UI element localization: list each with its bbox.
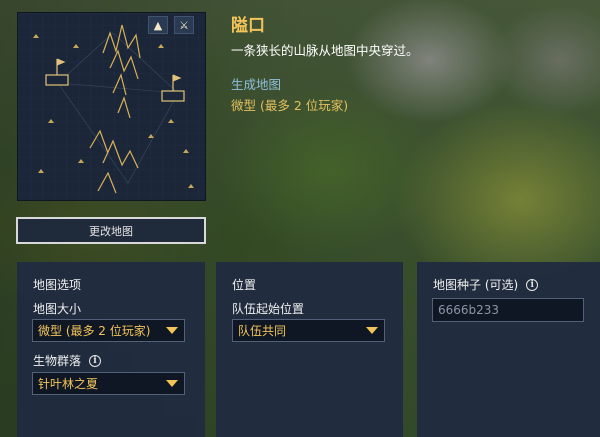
location-title: 位置 [232, 278, 257, 292]
biome-value: 针叶林之夏 [38, 377, 99, 391]
generate-map-link[interactable]: 生成地图 [231, 74, 281, 93]
seed-label-row: 地图种子 (可选) i [433, 276, 539, 293]
chevron-down-icon [166, 380, 178, 387]
biome-select[interactable]: 针叶林之夏 [32, 372, 185, 395]
map-title: 隘口 [231, 16, 265, 36]
info-icon[interactable]: i [89, 354, 102, 367]
team-start-label: 队伍起始位置 [232, 302, 305, 316]
biome-label: 生物群落 [33, 354, 82, 368]
change-map-button[interactable]: 更改地图 [16, 217, 206, 244]
map-size-value: 微型 (最多 2 位玩家) [38, 324, 151, 338]
map-size-select[interactable]: 微型 (最多 2 位玩家) [32, 319, 185, 342]
map-size-summary: 微型 (最多 2 位玩家) [231, 98, 349, 113]
seed-label: 地图种子 (可选) [433, 278, 519, 292]
team-icon[interactable]: ⚔ [174, 16, 194, 34]
team-start-select[interactable]: 队伍共同 [232, 319, 385, 342]
chevron-down-icon [366, 327, 378, 334]
seed-input[interactable] [432, 298, 584, 322]
info-icon[interactable]: i [526, 278, 539, 291]
map-preview-drawing [18, 13, 205, 200]
map-options-title: 地图选项 [33, 278, 82, 292]
map-description: 一条狭长的山脉从地图中央穿过。 [231, 43, 419, 58]
map-preview[interactable]: ▲ ⚔ [17, 12, 206, 201]
team-start-value: 队伍共同 [238, 324, 287, 338]
biome-label-row: 生物群落 i [33, 352, 102, 369]
mountain-icon[interactable]: ▲ [148, 16, 168, 34]
chevron-down-icon [166, 327, 178, 334]
map-size-label: 地图大小 [33, 302, 82, 316]
